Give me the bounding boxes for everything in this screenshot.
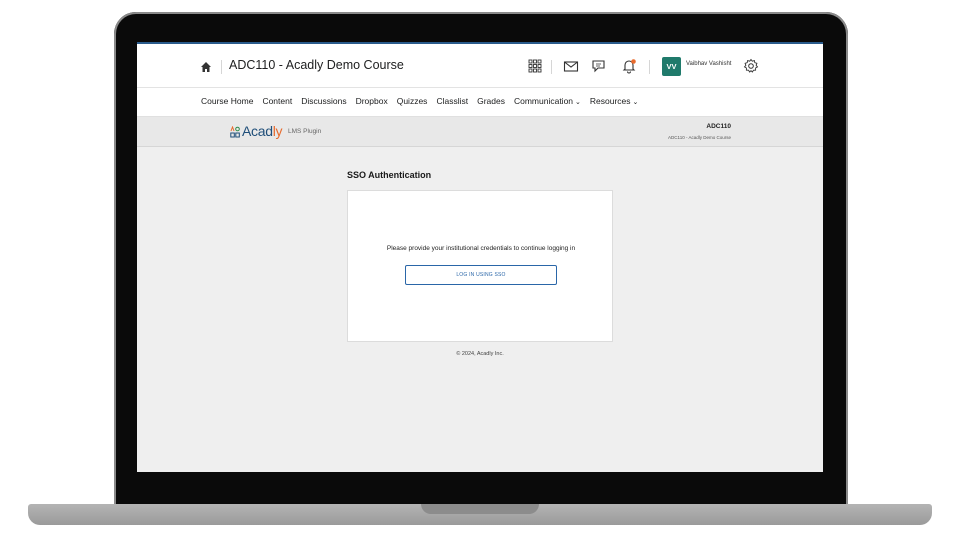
chevron-down-icon: ⌄ <box>632 99 639 106</box>
separator <box>221 60 222 74</box>
logo-accent-text: ly <box>272 123 283 139</box>
separator <box>649 60 650 74</box>
sso-login-button[interactable]: LOG IN USING SSO <box>405 265 557 285</box>
chevron-down-icon: ⌄ <box>575 99 581 106</box>
nav-item-quizzes[interactable]: Quizzes <box>397 96 428 106</box>
browser-screen: ADC110 - Acadly Demo Course VV Vaibhav V… <box>137 42 823 472</box>
nav-items: Course Home Content Discussions Dropbox Quiz… <box>201 96 647 106</box>
mail-icon[interactable] <box>563 58 579 74</box>
top-bar: ADC110 - Acadly Demo Course VV Vaibhav V… <box>137 42 823 87</box>
nav-item-label: Content <box>262 96 293 106</box>
sso-card: Please provide your institutional creden… <box>347 190 613 342</box>
nav-item-resources[interactable]: Resources ⌄ <box>590 96 639 106</box>
nav-item-label: Discussions <box>301 96 347 106</box>
nav-item-dropbox[interactable]: Dropbox <box>356 96 388 106</box>
waffle-grid-icon[interactable] <box>527 58 543 74</box>
plugin-course-name: ADC110 - Acadly Demo Course <box>668 135 731 140</box>
plugin-label: LMS Plugin <box>288 128 322 135</box>
avatar[interactable]: VV <box>662 57 681 76</box>
nav-item-label: Grades <box>477 96 505 106</box>
logo-main-text: Acad <box>242 123 273 139</box>
plugin-course-code: ADC110 <box>706 123 731 130</box>
nav-item-discussions[interactable]: Discussions <box>301 96 346 106</box>
nav-item-label: Quizzes <box>396 96 428 106</box>
course-navbar: Course Home Content Discussions Dropbox Quiz… <box>137 87 823 117</box>
plugin-header: Acadly LMS Plugin ADC110 ADC110 - Acadly… <box>137 117 823 147</box>
gear-icon[interactable] <box>743 58 759 74</box>
bell-icon[interactable] <box>621 58 637 74</box>
home-icon[interactable] <box>199 60 213 74</box>
nav-item-label: Classlist <box>436 96 469 106</box>
nav-item-label: Resources <box>589 96 631 106</box>
nav-item-course-home[interactable]: Course Home <box>201 96 253 106</box>
nav-item-label: Communication <box>513 96 574 106</box>
laptop-notch <box>421 504 539 514</box>
user-name[interactable]: Vaibhav Vashisht <box>686 61 731 67</box>
chat-icon[interactable] <box>591 58 607 74</box>
nav-item-label: Course Home <box>201 96 254 106</box>
separator <box>551 60 552 74</box>
course-title[interactable]: ADC110 - Acadly Demo Course <box>229 58 404 72</box>
acadly-logo-icon <box>230 126 240 138</box>
nav-item-content[interactable]: Content <box>262 96 292 106</box>
acadly-logo: Acadly <box>242 123 283 139</box>
sso-message: Please provide your institutional creden… <box>386 245 576 252</box>
nav-item-grades[interactable]: Grades <box>477 96 505 106</box>
copyright-footer: © 2024, Acadly Inc. <box>456 351 504 357</box>
nav-item-label: Dropbox <box>355 96 388 106</box>
sso-heading: SSO Authentication <box>347 170 432 180</box>
nav-item-classlist[interactable]: Classlist <box>436 96 468 106</box>
nav-item-communication[interactable]: Communication ⌄ <box>514 96 581 106</box>
